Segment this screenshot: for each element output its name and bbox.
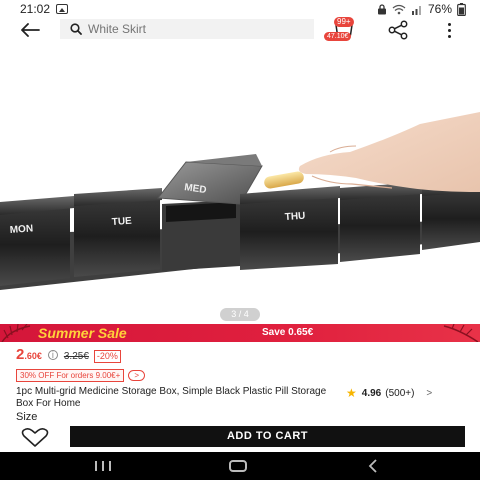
search-bar[interactable] (60, 19, 314, 39)
more-options-button[interactable] (442, 20, 456, 40)
back-arrow-icon (21, 23, 40, 37)
cart-amount-badge: 47.10€ (324, 32, 352, 41)
palm-leaf-icon (443, 324, 479, 342)
coupon-chevron-icon[interactable]: > (128, 370, 146, 381)
image-page-indicator: 3 / 4 (220, 308, 260, 321)
coupon-label[interactable]: 30% OFF For orders 9.00€+ (16, 369, 125, 382)
recent-apps-button[interactable] (95, 461, 111, 471)
battery-percent: 76% (427, 2, 452, 16)
coupon-row[interactable]: 30% OFF For orders 9.00€+ > (16, 369, 146, 382)
chevron-right-icon: > (426, 387, 433, 399)
lock-icon (377, 3, 386, 14)
product-detail-screen: 21:02 76% White Skirt 99+ 47.10€ MON TUE… (0, 0, 480, 480)
price-row: 2 .60€ i 3.25€ -20% (16, 346, 121, 364)
search-icon (70, 23, 82, 35)
summer-sale-banner[interactable]: Summer Sale Save 0.65€ (0, 324, 480, 342)
sale-save-amount: Save 0.65€ (262, 327, 314, 338)
rating-summary[interactable]: ★ 4.96 (500+) > (346, 386, 432, 400)
nav-back-icon[interactable] (366, 459, 380, 473)
day-label-thu: THU (284, 211, 305, 223)
hand-holding-capsule (264, 112, 480, 192)
more-icon (447, 22, 451, 26)
search-input[interactable] (88, 22, 288, 36)
pill-box-photo: MON TUE MED THU (0, 112, 480, 290)
signal-icon (411, 5, 421, 15)
rating-score: 4.96 (361, 387, 382, 399)
size-label: Size (16, 411, 38, 423)
compartment-2: TUE (74, 188, 162, 277)
system-nav-bar (0, 452, 480, 480)
star-icon: ★ (346, 386, 357, 400)
day-label-mon: MON (9, 223, 33, 236)
share-icon (388, 20, 408, 40)
cart-button[interactable]: 99+ 47.10€ (324, 17, 362, 42)
share-button[interactable] (386, 20, 410, 40)
product-title: 1pc Multi-grid Medicine Storage Box, Sim… (16, 386, 327, 409)
status-bar: 21:02 76% (0, 0, 480, 18)
sale-title: Summer Sale (38, 325, 127, 341)
battery-icon (457, 2, 466, 16)
product-image-gallery[interactable]: MON TUE MED THU 3 / 4 (0, 42, 480, 324)
top-bar: 99+ 47.10€ (0, 17, 480, 42)
compartment-4: THU (240, 186, 340, 270)
wifi-icon (392, 4, 406, 14)
current-price-integer: 2 (16, 346, 25, 363)
add-to-cart-button[interactable]: ADD TO CART (70, 426, 465, 447)
cart-count-badge: 99+ (334, 17, 354, 27)
review-count: (500+) (385, 387, 415, 399)
home-button[interactable] (229, 460, 247, 472)
original-price: 3.25€ (63, 351, 89, 362)
wishlist-button[interactable] (20, 428, 50, 448)
discount-badge: -20% (93, 350, 121, 363)
current-price-decimal: .60€ (24, 351, 42, 361)
price-info-icon[interactable]: i (47, 350, 58, 360)
palm-leaf-icon (1, 324, 31, 342)
compartment-5 (340, 182, 422, 262)
day-label-tue: TUE (111, 216, 132, 228)
status-time: 21:02 (20, 2, 51, 16)
heart-icon (21, 428, 49, 447)
image-icon (56, 4, 69, 14)
compartment-1: MON (0, 196, 74, 286)
status-icons: 76% (377, 2, 466, 16)
back-button[interactable] (18, 20, 42, 40)
recent-apps-icon (95, 461, 97, 471)
